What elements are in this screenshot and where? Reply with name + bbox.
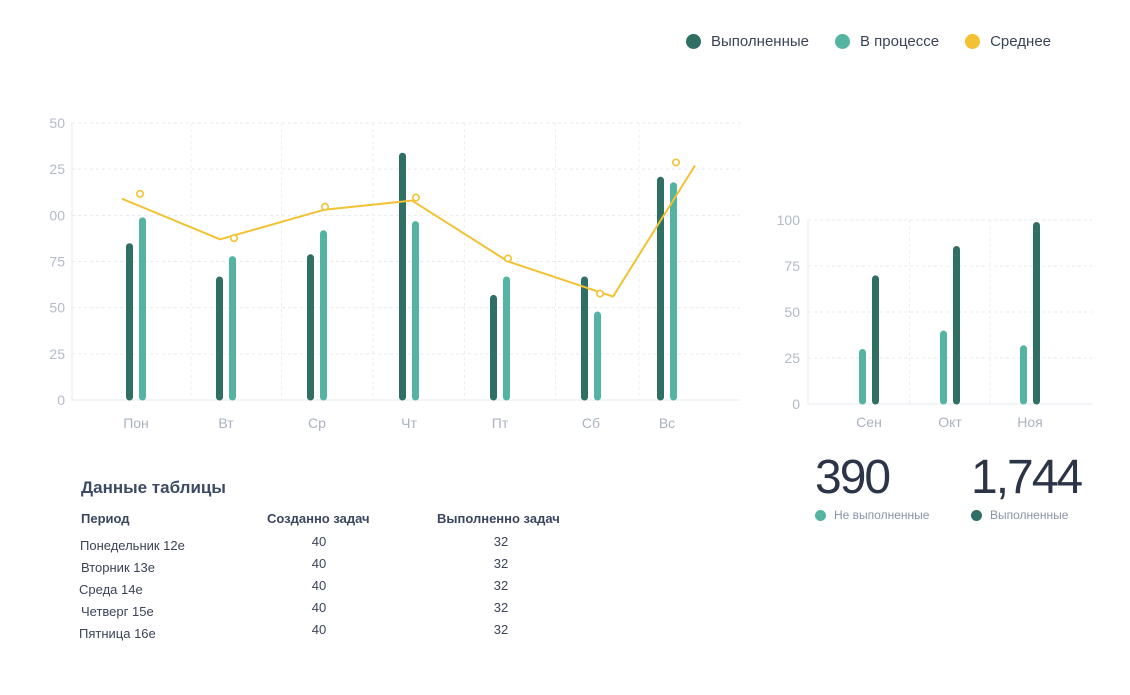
- table-row-completed: 32: [493, 534, 509, 549]
- table-row-completed: 32: [493, 622, 509, 637]
- x-tick-label: Окт: [938, 414, 962, 430]
- table-row-created: 40: [311, 578, 327, 593]
- table-header-period: Период: [81, 511, 130, 526]
- stat-not-completed-value: 390: [815, 451, 891, 504]
- table-header-created: Созданно задач: [267, 511, 370, 526]
- table-title: Данные таблицы: [81, 478, 226, 497]
- y-tick-label: 50: [49, 300, 65, 316]
- x-tick-label: Пон: [123, 415, 149, 431]
- stat-completed: 1,744 Выполненные: [971, 450, 1083, 522]
- x-tick-label: Ср: [308, 415, 326, 431]
- x-tick-label: Сен: [856, 414, 882, 430]
- table-row-created: 40: [311, 600, 327, 615]
- stat-completed-label-row: Выполненные: [971, 508, 1081, 522]
- legend-item-average[interactable]: Среднее: [965, 33, 1051, 50]
- table-row-period: Среда 14е: [79, 582, 143, 597]
- y-tick-label: 0: [792, 396, 800, 412]
- stat-not-completed-label-row: Не выполненные: [815, 508, 929, 522]
- average-line: [121, 164, 696, 298]
- legend-dot-in-progress: [835, 34, 850, 49]
- stat-completed-value: 1,744: [971, 451, 1083, 504]
- legend-label-average: Среднее: [990, 33, 1052, 50]
- average-marker-1: [230, 234, 239, 243]
- table-row-completed: 32: [493, 578, 509, 593]
- table-header-completed: Выполненно задач: [437, 511, 560, 526]
- x-tick-label: Ноя: [1017, 414, 1042, 430]
- legend-label-in-progress: В процессе: [860, 33, 940, 50]
- table-row-completed: 32: [493, 600, 509, 615]
- average-marker-4: [503, 254, 512, 263]
- x-tick-label: Пт: [492, 415, 509, 431]
- stat-not-completed: 390 Не выполненные: [815, 450, 929, 522]
- table-row-completed: 32: [493, 556, 509, 571]
- table-row-period: Понедельник 12е: [80, 538, 185, 553]
- x-tick-label: Чт: [401, 415, 417, 431]
- table-row-period: Четверг 15е: [81, 604, 154, 619]
- y-tick-label: 25: [784, 350, 800, 366]
- y-tick-label: 00: [49, 207, 65, 223]
- y-tick-label: 50: [49, 115, 65, 131]
- average-marker-0: [136, 189, 145, 198]
- legend-label-completed: Выполненные: [711, 33, 809, 50]
- stat-completed-dot: [971, 509, 982, 521]
- y-tick-label: 25: [49, 161, 65, 177]
- legend-dot-completed: [686, 34, 701, 49]
- legend-dot-average: [965, 34, 981, 49]
- y-tick-label: 0: [57, 392, 65, 408]
- average-marker-2: [320, 202, 329, 211]
- legend-item-completed[interactable]: Выполненные: [686, 33, 809, 50]
- average-marker-3: [411, 193, 420, 202]
- table-row-created: 40: [311, 534, 327, 549]
- chart-legend: Выполненные В процессе Среднее: [686, 33, 1051, 50]
- table-row-period: Пятница 16е: [79, 626, 156, 641]
- table-row-period: Вторник 13е: [81, 560, 155, 575]
- y-tick-label: 100: [777, 212, 801, 228]
- x-tick-label: Сб: [582, 415, 600, 431]
- weekly-bar-chart: 0 25 50 75 00 25 50 Пон Вт Ср Чт Пт Сб Вс: [49, 115, 740, 431]
- average-marker-5: [595, 289, 604, 298]
- legend-item-in-progress[interactable]: В процессе: [835, 33, 939, 50]
- stat-completed-label: Выполненные: [990, 508, 1069, 522]
- average-marker-6: [671, 158, 680, 167]
- x-tick-label: Вс: [659, 415, 675, 431]
- y-tick-label: 25: [49, 346, 65, 362]
- y-tick-label: 50: [784, 304, 800, 320]
- y-tick-label: 75: [784, 258, 800, 274]
- monthly-bar-chart: 0 25 50 75 100 Сен Окт Ноя: [777, 212, 1092, 430]
- stat-not-completed-label: Не выполненные: [834, 508, 930, 522]
- x-tick-label: Вт: [218, 415, 234, 431]
- y-tick-label: 75: [49, 254, 65, 270]
- stat-not-completed-dot: [815, 509, 826, 521]
- table-row-created: 40: [311, 622, 327, 637]
- data-table: Данные таблицы Период Созданно задач Вып…: [78, 478, 560, 641]
- table-row-created: 40: [311, 556, 327, 571]
